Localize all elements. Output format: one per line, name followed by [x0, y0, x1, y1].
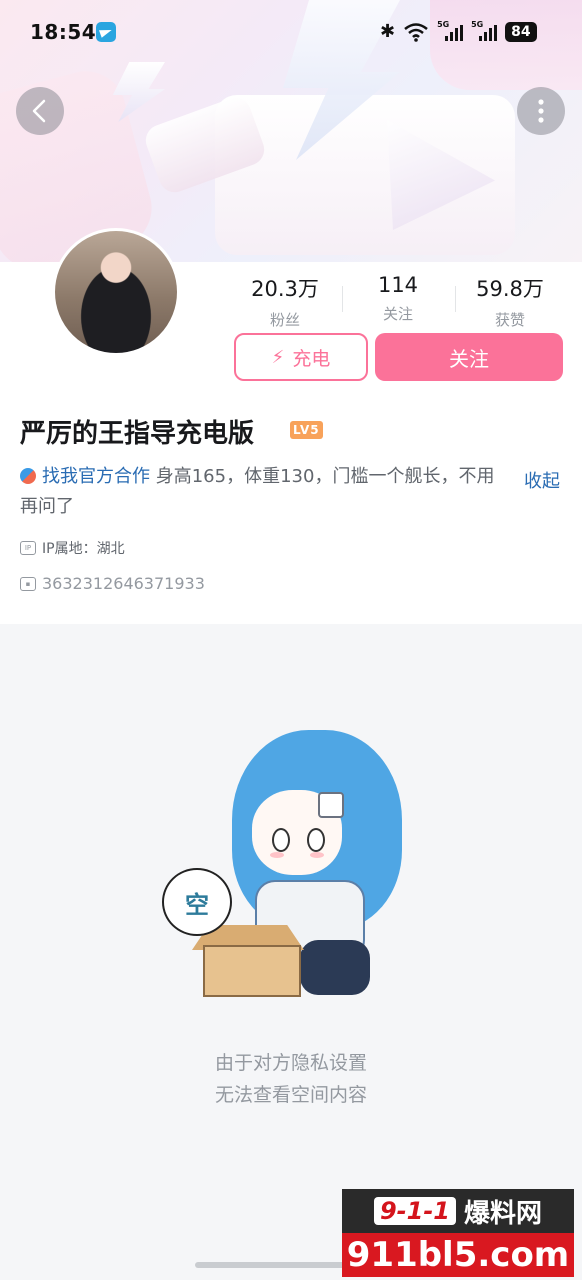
watermark-url: 911bl5.com [342, 1233, 574, 1277]
watermark: 9-1-1 爆料网 911bl5.com [342, 1189, 574, 1277]
stat-followers[interactable]: 20.3万 粉丝 [230, 273, 340, 330]
stat-following[interactable]: 114 关注 [343, 273, 453, 324]
uid-value: 3632312646371933 [42, 574, 205, 593]
likes-label: 获赞 [494, 311, 525, 329]
chevron-left-icon [32, 99, 46, 123]
status-time: 18:54 [30, 20, 97, 44]
charge-button[interactable]: ⚡ 充电 [234, 333, 368, 381]
collapse-button[interactable]: 收起 [524, 467, 560, 493]
level-badge: LV5 [290, 421, 323, 439]
lightning-icon: ⚡ [271, 346, 285, 368]
banner-decoration [430, 0, 582, 90]
cooperation-icon [20, 468, 36, 484]
wifi-icon [403, 22, 429, 42]
following-count: 114 [377, 273, 419, 297]
privacy-message-line1: 由于对方隐私设置 [214, 1052, 367, 1074]
bluetooth-icon: ✱ [380, 21, 396, 42]
more-options-button[interactable] [517, 87, 565, 135]
stat-likes[interactable]: 59.8万 获赞 [455, 273, 565, 330]
profile-name: 严厉的王指导充电版 [20, 419, 255, 449]
ip-label: IP属地：湖北 [42, 541, 125, 557]
watermark-title: 爆料网 [464, 1198, 543, 1229]
mascot-hair-clip [318, 792, 344, 818]
likes-count: 59.8万 [476, 277, 544, 301]
back-button[interactable] [16, 87, 64, 135]
more-vertical-icon [538, 99, 544, 123]
uid-icon: ▪ [20, 576, 36, 591]
followers-label: 粉丝 [269, 311, 300, 329]
watermark-logo: 9-1-1 [373, 1197, 456, 1225]
mascot-legs [300, 940, 370, 995]
status-icons: ✱ 5G 5G 84 [380, 19, 550, 45]
telegram-icon [96, 22, 116, 42]
cooperation-link[interactable]: 找我官方合作 [42, 466, 150, 487]
follow-label: 关注 [449, 346, 489, 371]
bubble-text: 空 [185, 890, 209, 919]
privacy-message-line2: 无法查看空间内容 [214, 1084, 367, 1106]
ip-icon: IP [20, 541, 36, 555]
cardboard-box [203, 945, 301, 997]
charge-label: 充电 [292, 347, 331, 370]
battery-indicator: 84 [505, 22, 537, 42]
signal-icon: 5G [437, 20, 464, 42]
follow-button[interactable]: 关注 [375, 333, 563, 381]
uid-row[interactable]: ▪ 3632312646371933 [20, 574, 205, 593]
following-label: 关注 [382, 305, 413, 323]
followers-count: 20.3万 [251, 277, 319, 301]
ip-location: IP IP属地：湖北 [20, 538, 125, 558]
speech-bubble: 空 [162, 868, 232, 936]
avatar[interactable] [52, 228, 180, 356]
signal-icon: 5G [471, 20, 498, 42]
profile-bio: 找我官方合作 身高165，体重130，门槛一个舰长，不用再问了 [20, 462, 510, 522]
